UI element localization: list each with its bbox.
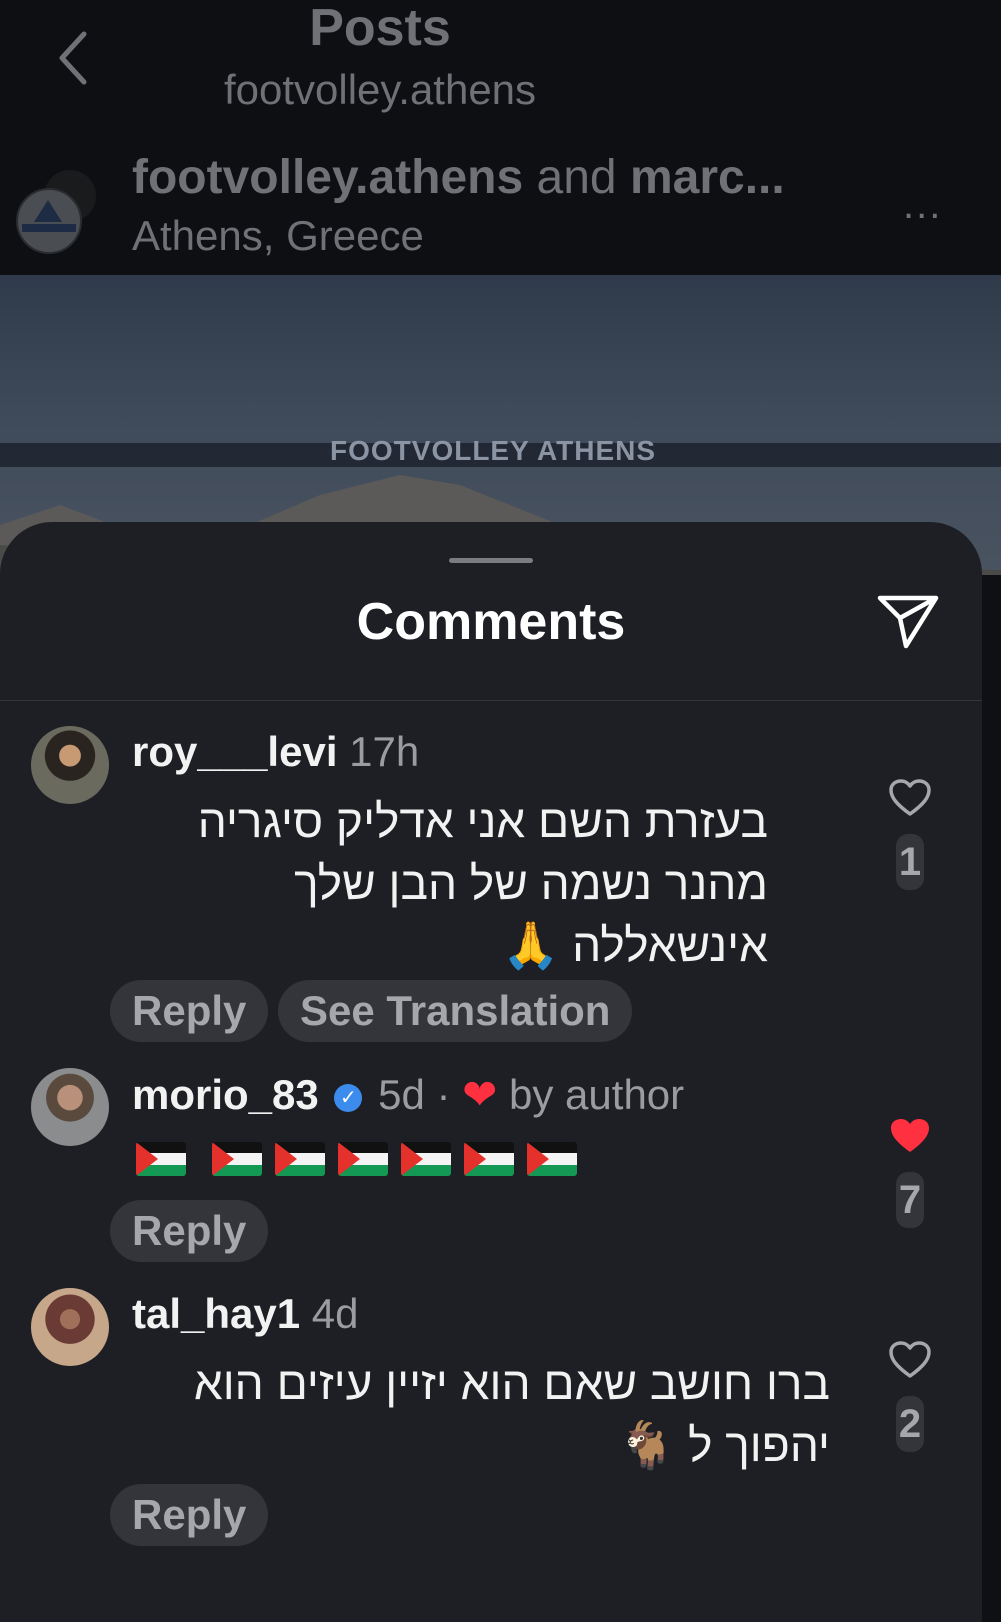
comment-time: 4d [311,1290,359,1337]
page-title: Posts [309,0,451,57]
avatar[interactable] [31,1288,109,1366]
comment-username[interactable]: roy___levi [132,728,338,775]
heart-icon[interactable] [888,778,932,818]
post-author-and: and [523,151,630,204]
post-author[interactable]: footvolley.athens and marc... [132,150,785,205]
logo-emblem [34,200,62,222]
sheet-grabber[interactable] [449,558,533,563]
palestine-flag-icon [275,1142,325,1176]
comment-text: בעזרת השם אני אדליק סיגריה מהנר נשמה של … [132,790,768,976]
comment-time: 17h [349,728,420,775]
logo-band [22,224,76,232]
comment-time: 5d [378,1071,425,1118]
palestine-flag-icon [401,1142,451,1176]
comment-line: אינשאללה 🙏 [502,919,768,971]
reply-button[interactable]: Reply [110,1484,269,1546]
sheet-divider [0,700,982,701]
reply-button[interactable]: Reply [110,1200,269,1262]
avatar[interactable] [31,1068,109,1146]
post-author-rest[interactable]: marc... [630,151,785,204]
palestine-flag-icon [527,1142,577,1176]
post-author-name[interactable]: footvolley.athens [132,151,523,204]
like-count: 7 [896,1172,924,1228]
avatar[interactable] [31,726,109,804]
page-subtitle[interactable]: footvolley.athens [190,66,570,114]
heart-icon: ❤ [462,1071,498,1118]
more-icon[interactable]: ... [903,185,942,225]
reply-button[interactable]: Reply [110,980,269,1042]
palestine-flag-icon [212,1142,262,1176]
comment-header: roy___levi 17h [132,728,419,776]
comment-username[interactable]: morio_83 [132,1071,319,1118]
comments-sheet: Comments roy___levi 17h בעזרת השם אני אד… [0,522,982,1622]
comment-line: יהפוך ל 🐐 [618,1419,830,1471]
comment-header: tal_hay1 4d [132,1290,359,1338]
comment-header: morio_83 ✓ 5d · ❤ by author [132,1070,684,1119]
heart-icon[interactable] [888,1116,932,1156]
palestine-flag-icon [136,1142,186,1176]
like-count: 1 [896,834,924,890]
verified-icon: ✓ [334,1083,363,1112]
see-translation-button[interactable]: See Translation [278,980,633,1042]
palestine-flag-icon [464,1142,514,1176]
separator-dot: · [436,1071,451,1118]
heart-icon[interactable] [888,1340,932,1380]
send-icon[interactable] [876,592,940,652]
palestine-flag-icon [338,1142,388,1176]
post-location[interactable]: Athens, Greece [132,212,424,260]
sheet-title: Comments [356,593,626,651]
comment-username[interactable]: tal_hay1 [132,1290,300,1337]
comment-line: בעזרת השם אני אדליק סיגריה [197,795,768,847]
like-count: 2 [896,1396,924,1452]
account-avatar[interactable] [16,188,82,254]
back-chevron-icon[interactable] [52,26,96,90]
net-text: FOOTVOLLEY ATHENS [330,435,657,466]
comment-line: מהנר נשמה של הבן שלך [294,857,768,909]
by-author-label: by author [509,1071,685,1118]
comment-line: ברו חושב שאם הוא יזיין עיזים הוא [193,1357,830,1409]
comment-text: ברו חושב שאם הוא יזיין עיזים הוא יהפוך ל… [132,1352,830,1476]
post-header: Posts footvolley.athens footvolley.athen… [0,0,1001,280]
